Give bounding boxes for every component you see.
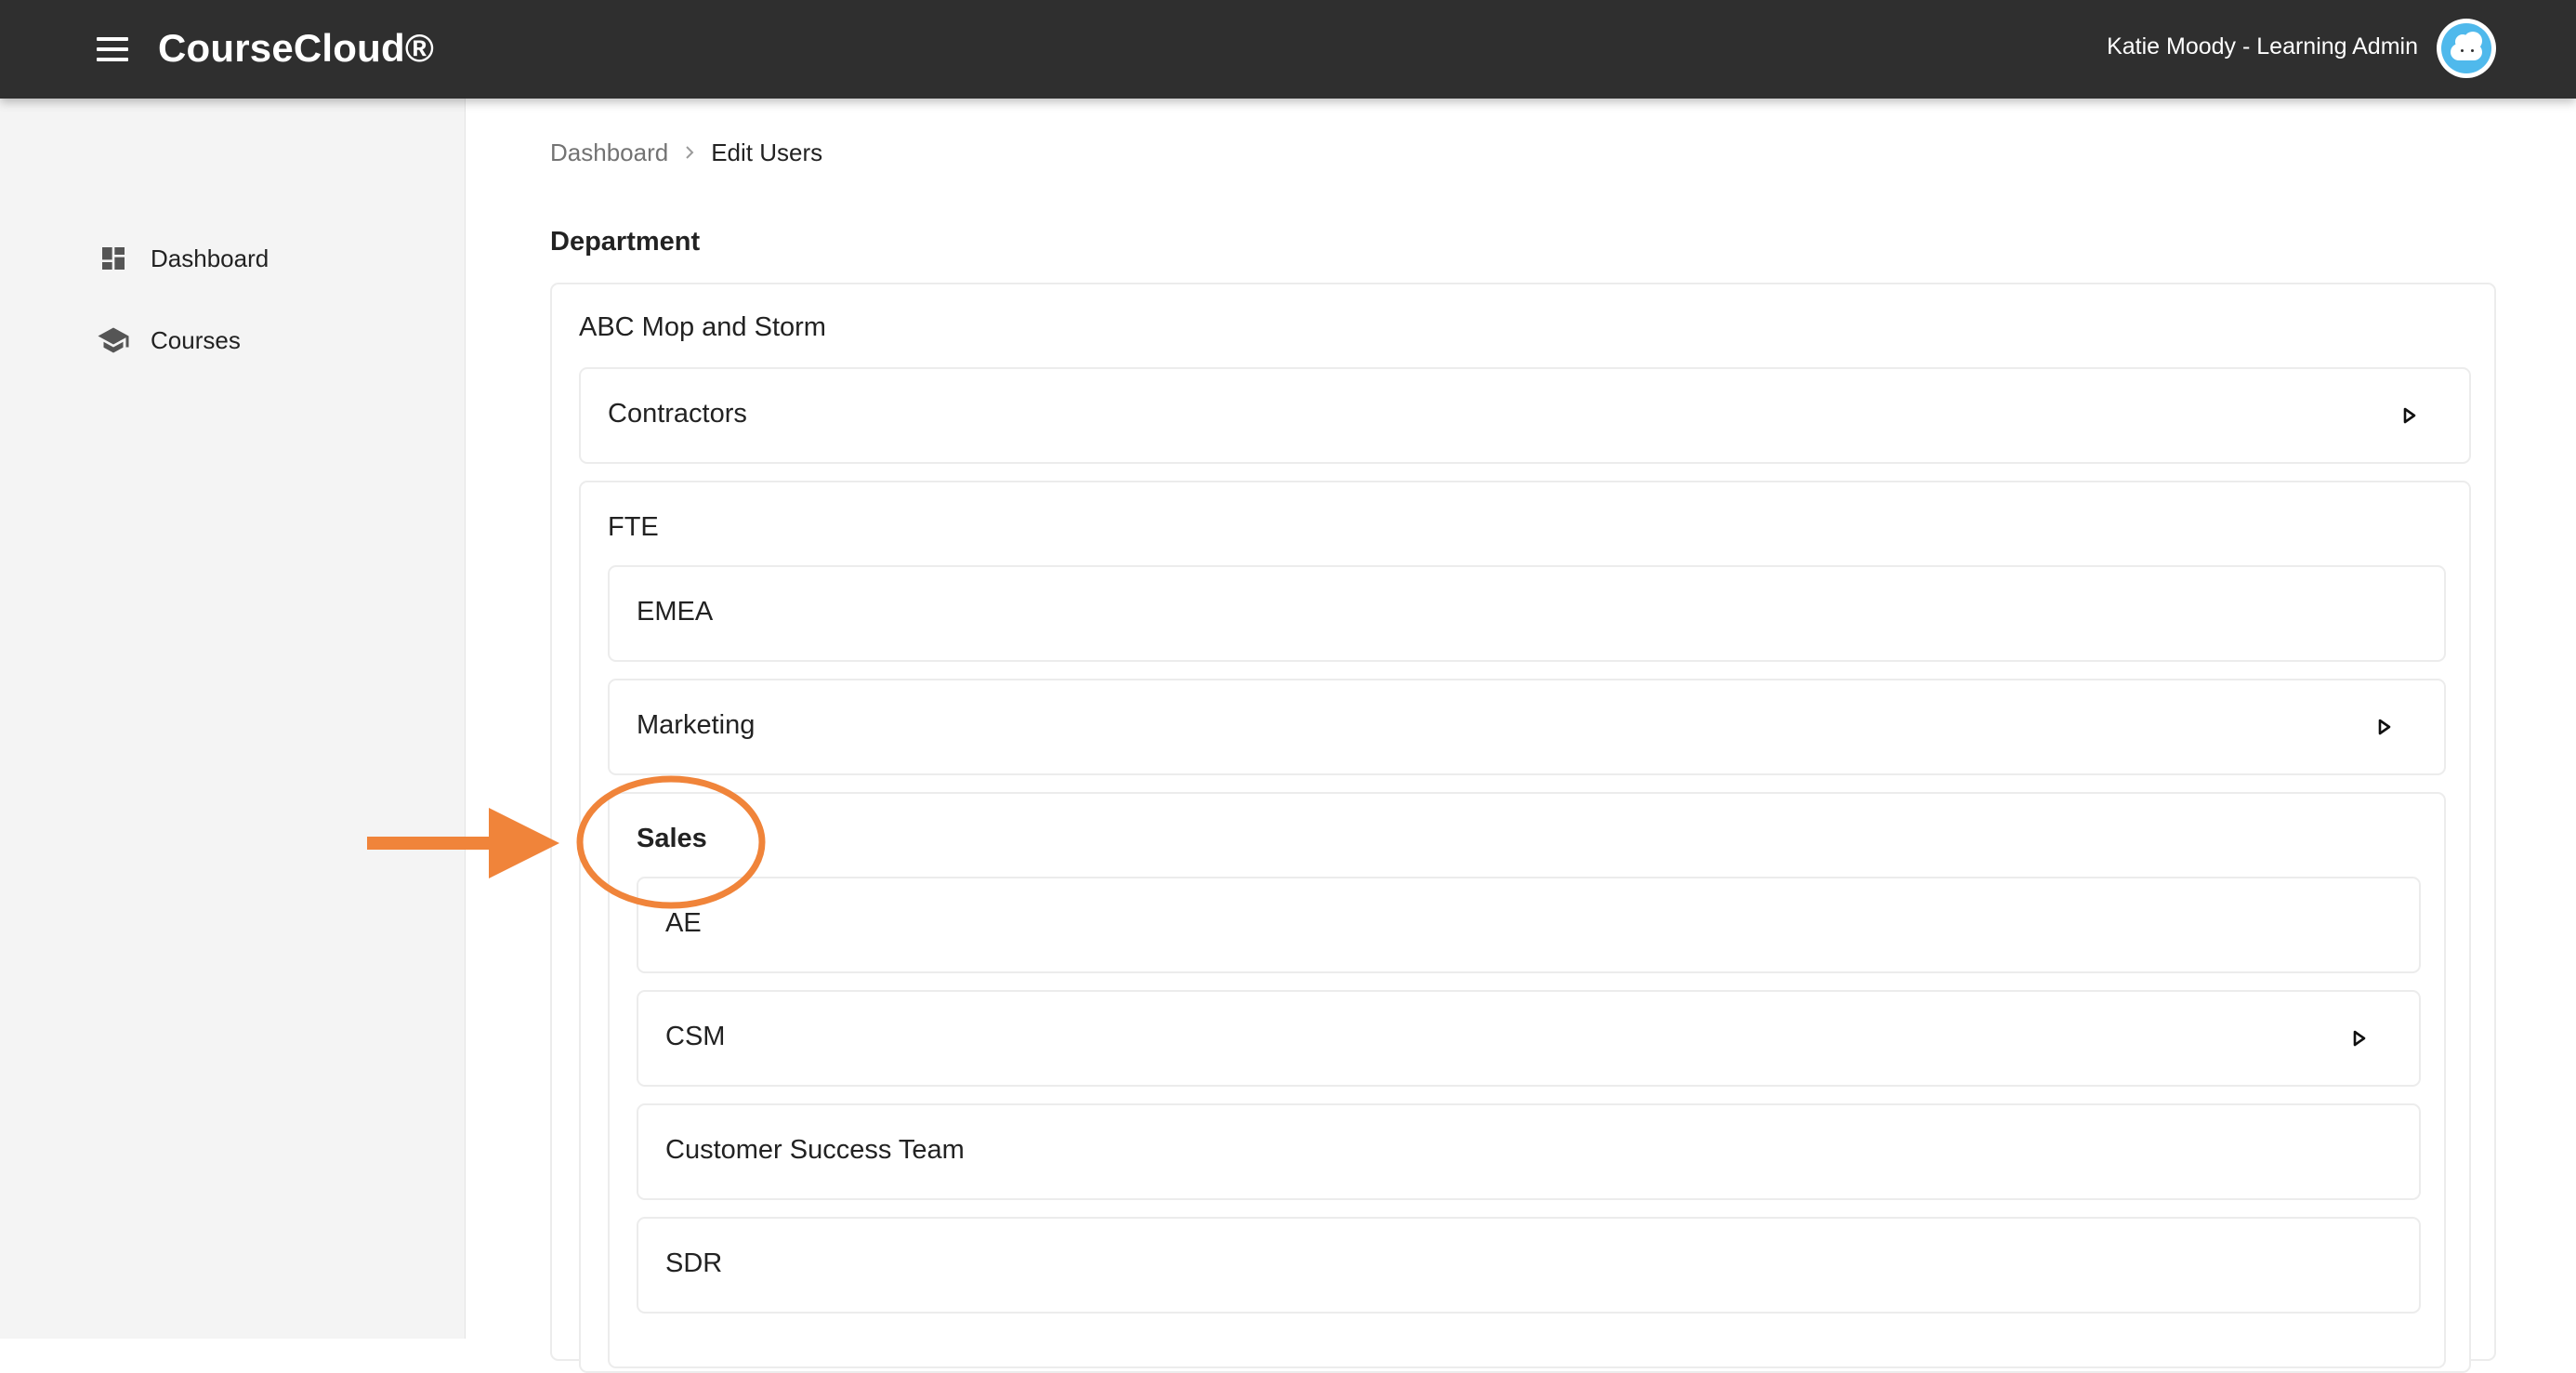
sidebar-item-dashboard[interactable]: Dashboard <box>97 237 269 280</box>
chevron-right-icon <box>683 144 696 161</box>
sidebar: Dashboard Courses <box>0 99 466 1339</box>
department-item-label: AE <box>665 908 702 938</box>
department-item-ae[interactable]: AE <box>637 877 2421 973</box>
user-name: Katie Moody - Learning Admin <box>2107 33 2418 59</box>
expand-arrow-icon[interactable] <box>2396 402 2424 429</box>
expand-arrow-icon[interactable] <box>2346 1024 2373 1052</box>
department-label: Department <box>550 227 701 257</box>
user-avatar[interactable] <box>2437 19 2496 78</box>
department-item-fte: FTE EMEA Marketing Sales AE CSM Customer… <box>579 481 2471 1373</box>
department-item-customer-success-team[interactable]: Customer Success Team <box>637 1103 2421 1200</box>
main-content: Dashboard - Edit Users Dashboard Edit Us… <box>465 61 2576 1373</box>
graduation-cap-icon <box>97 323 130 357</box>
expand-arrow-icon[interactable] <box>2371 713 2399 741</box>
breadcrumb-current: Edit Users <box>711 139 823 166</box>
department-item-label: Customer Success Team <box>665 1135 965 1165</box>
department-item-marketing[interactable]: Marketing <box>608 679 2446 775</box>
breadcrumb-link-dashboard[interactable]: Dashboard <box>550 134 668 171</box>
department-root-label[interactable]: ABC Mop and Storm <box>579 312 826 343</box>
department-item-label: SDR <box>665 1248 723 1278</box>
department-item-label: CSM <box>665 1022 726 1051</box>
dashboard-icon <box>97 242 130 275</box>
department-root-card: ABC Mop and Storm Contractors FTE EMEA M… <box>550 283 2496 1373</box>
hamburger-menu-icon[interactable] <box>97 37 128 61</box>
cloud-avatar-icon <box>2441 23 2491 73</box>
sidebar-item-courses[interactable]: Courses <box>97 319 241 362</box>
department-item-label: Contractors <box>608 399 747 429</box>
top-app-bar: CourseCloud® Katie Moody - Learning Admi… <box>0 0 2576 99</box>
department-item-label: Marketing <box>637 710 756 740</box>
sidebar-item-label: Dashboard <box>151 244 269 272</box>
department-item-sales: Sales AE CSM Customer Success Team SDR <box>608 792 2446 1368</box>
breadcrumb: Dashboard Edit Users <box>550 134 822 171</box>
department-item-label[interactable]: FTE <box>608 512 659 543</box>
department-item-sdr[interactable]: SDR <box>637 1217 2421 1314</box>
department-item-csm[interactable]: CSM <box>637 990 2421 1087</box>
department-item-label: EMEA <box>637 597 714 627</box>
department-item-emea[interactable]: EMEA <box>608 565 2446 662</box>
department-item-contractors[interactable]: Contractors <box>579 367 2471 464</box>
sidebar-item-label: Courses <box>151 325 241 354</box>
brand-logo[interactable]: CourseCloud® <box>158 22 434 74</box>
department-item-label-sales[interactable]: Sales <box>637 824 707 854</box>
